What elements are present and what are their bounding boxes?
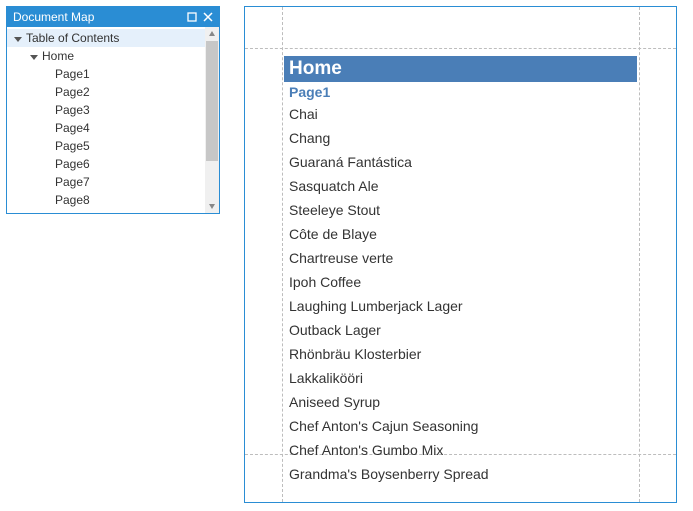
tree-node-page[interactable]: Page7: [7, 173, 205, 191]
list-item: Côte de Blaye: [284, 222, 637, 246]
document-viewport: Home Page1 ChaiChangGuaraná FantásticaSa…: [244, 6, 677, 503]
tree-node-label: Page1: [55, 65, 90, 83]
tree-node-page[interactable]: Page8: [7, 191, 205, 209]
scroll-up-icon[interactable]: [205, 27, 219, 41]
tree-node-label: Page6: [55, 155, 90, 173]
close-icon[interactable]: [201, 10, 215, 24]
list-item: Aniseed Syrup: [284, 390, 637, 414]
tree-node-label: Page7: [55, 173, 90, 191]
list-item: Chef Anton's Gumbo Mix: [284, 438, 637, 462]
list-item: Chef Anton's Cajun Seasoning: [284, 414, 637, 438]
tree-node-label: Table of Contents: [26, 29, 119, 47]
page-heading: Home: [284, 56, 637, 82]
tree-node-label: Home: [42, 47, 74, 65]
tree-node-toc[interactable]: Table of Contents: [7, 29, 205, 47]
maximize-icon[interactable]: [185, 10, 199, 24]
panel-header: Document Map: [7, 7, 219, 27]
list-item: Guaraná Fantástica: [284, 150, 637, 174]
list-item: Outback Lager: [284, 318, 637, 342]
list-item: Chang: [284, 126, 637, 150]
tree-node-page[interactable]: Page2: [7, 83, 205, 101]
page-link[interactable]: Page1: [284, 82, 637, 102]
item-list: ChaiChangGuaraná FantásticaSasquatch Ale…: [284, 102, 637, 486]
tree-node-label: Page3: [55, 101, 90, 119]
chevron-down-icon[interactable]: [29, 51, 39, 61]
list-item: Sasquatch Ale: [284, 174, 637, 198]
tree-node-page[interactable]: Page6: [7, 155, 205, 173]
panel-title: Document Map: [13, 7, 183, 27]
tree: Table of Contents Home Page1 Page2 Page3…: [7, 27, 205, 213]
list-item: Rhönbräu Klosterbier: [284, 342, 637, 366]
scroll-down-icon[interactable]: [205, 199, 219, 213]
page-content: Home Page1 ChaiChangGuaraná FantásticaSa…: [284, 56, 637, 486]
vertical-scrollbar[interactable]: [205, 27, 219, 213]
tree-node-label: Page4: [55, 119, 90, 137]
tree-node-page[interactable]: Page3: [7, 101, 205, 119]
tree-node-home[interactable]: Home: [7, 47, 205, 65]
list-item: Chai: [284, 102, 637, 126]
document-map-panel: Document Map Table of Contents Home Pa: [6, 6, 220, 214]
chevron-down-icon[interactable]: [13, 33, 23, 43]
list-item: Laughing Lumberjack Lager: [284, 294, 637, 318]
list-item: Steeleye Stout: [284, 198, 637, 222]
list-item: Grandma's Boysenberry Spread: [284, 462, 637, 486]
page: Home Page1 ChaiChangGuaraná FantásticaSa…: [245, 7, 676, 502]
margin-guide-right: [639, 7, 640, 502]
list-item: Lakkalikööri: [284, 366, 637, 390]
tree-node-label: Page8: [55, 191, 90, 209]
list-item: Ipoh Coffee: [284, 270, 637, 294]
list-item: Chartreuse verte: [284, 246, 637, 270]
scroll-thumb[interactable]: [206, 41, 218, 161]
margin-guide-left: [282, 7, 283, 502]
tree-node-page[interactable]: Page4: [7, 119, 205, 137]
tree-node-page[interactable]: Page5: [7, 137, 205, 155]
margin-guide-top: [245, 48, 676, 49]
panel-body: Table of Contents Home Page1 Page2 Page3…: [7, 27, 219, 213]
tree-node-label: Page2: [55, 83, 90, 101]
tree-node-page[interactable]: Page1: [7, 65, 205, 83]
tree-node-label: Page5: [55, 137, 90, 155]
